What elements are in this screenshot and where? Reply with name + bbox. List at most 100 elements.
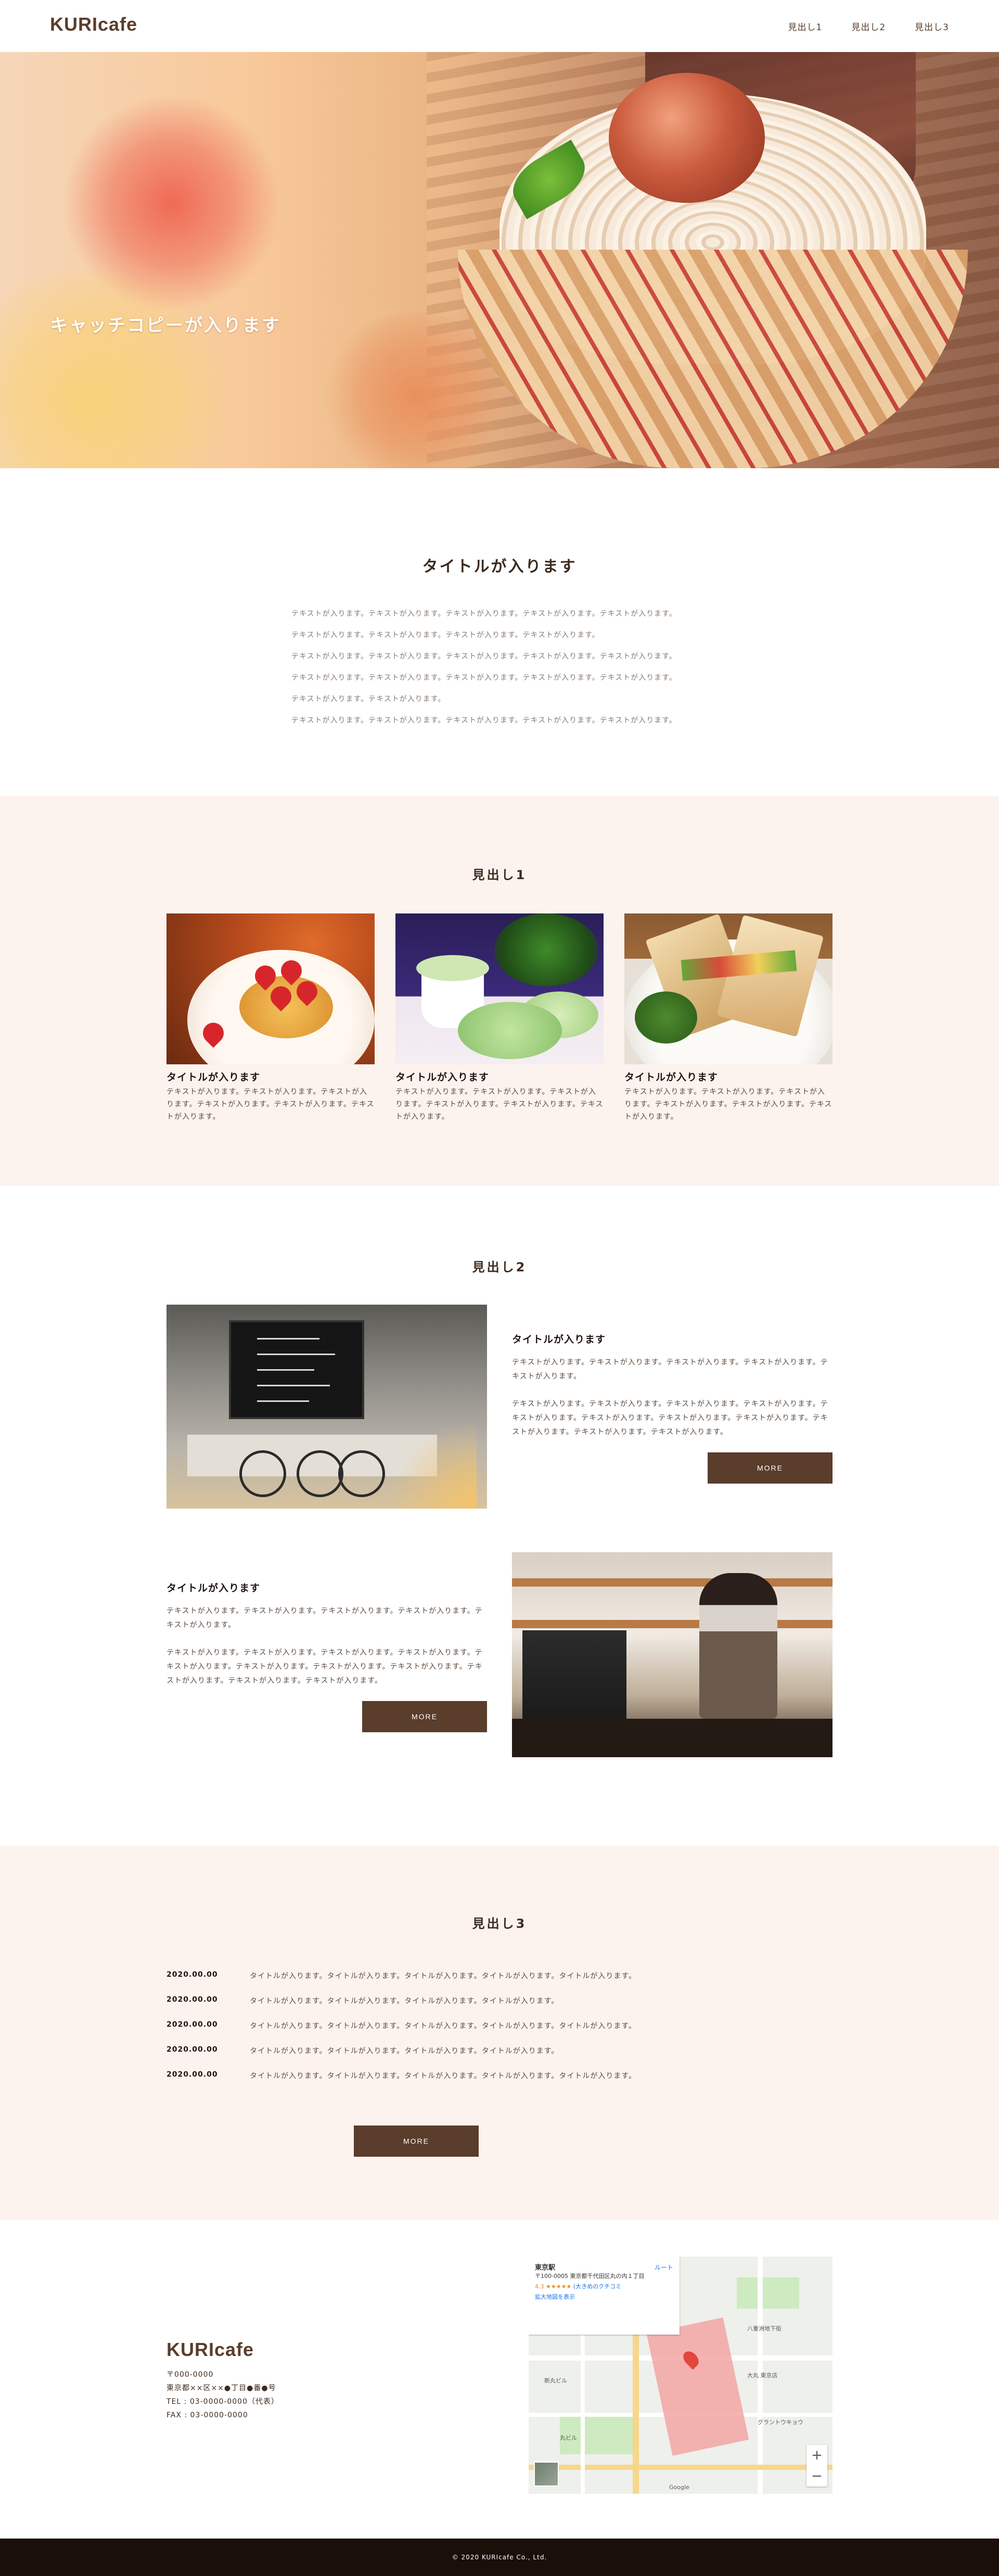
- news-date: 2020.00.00: [166, 2045, 218, 2054]
- bicycle-wheel: [338, 1450, 385, 1497]
- section-3-heading: 見出し3: [472, 1916, 527, 1931]
- news-item[interactable]: 2020.00.00 タイトルが入ります。タイトルが入ります。タイトルが入ります…: [166, 2070, 832, 2081]
- enlarge-map-link[interactable]: 拡大地図を表示: [535, 2292, 673, 2301]
- news-title: タイトルが入ります。タイトルが入ります。タイトルが入ります。タイトルが入ります。: [250, 1997, 559, 2005]
- zoom-in-icon[interactable]: +: [806, 2445, 827, 2466]
- pancake-photo: [166, 913, 375, 1064]
- feature-text: テキストが入ります。テキストが入ります。テキストが入ります。テキストが入ります。…: [166, 1648, 483, 1685]
- plant: [494, 913, 598, 986]
- hero-bokeh-red: [62, 94, 281, 312]
- barista: [699, 1573, 777, 1719]
- google-map[interactable]: 八重洲地下街 大丸 東京店 新丸ビル 丸ビル グラントウキョウ Google 東…: [529, 2257, 832, 2494]
- broccoli: [635, 991, 697, 1044]
- map-label: 八重洲地下街: [747, 2325, 782, 2332]
- zoom-out-icon[interactable]: −: [806, 2466, 827, 2487]
- card-text: テキストが入ります。テキストが入ります。テキストが入ります。テキストが入ります。…: [395, 1088, 604, 1121]
- news-title: タイトルが入ります。タイトルが入ります。タイトルが入ります。タイトルが入ります。: [250, 2047, 559, 2055]
- feature-title: タイトルが入ります: [512, 1334, 606, 1345]
- card-title: タイトルが入ります: [166, 1072, 261, 1083]
- fax: FAX : 03-0000-0000: [166, 2411, 248, 2419]
- news-item[interactable]: 2020.00.00 タイトルが入ります。タイトルが入ります。タイトルが入ります…: [166, 2020, 832, 2031]
- hero-image: キャッチコピーが入ります: [0, 52, 999, 468]
- intro-title: タイトルが入ります: [422, 558, 577, 576]
- news-title: タイトルが入ります。タイトルが入ります。タイトルが入ります。タイトルが入ります。…: [250, 2072, 636, 2080]
- nav-link-1[interactable]: 見出し1: [788, 20, 823, 33]
- intro-line: テキストが入ります。テキストが入ります。: [291, 695, 446, 703]
- intro-line: テキストが入ります。テキストが入ります。テキストが入ります。テキストが入ります。…: [291, 674, 677, 682]
- hero-catch-copy: キャッチコピーが入ります: [50, 315, 281, 336]
- news-date: 2020.00.00: [166, 1970, 218, 1979]
- macaron: [458, 1002, 562, 1059]
- intro-line: テキストが入ります。テキストが入ります。テキストが入ります。テキストが入ります。: [291, 631, 600, 639]
- card-title: タイトルが入ります: [395, 1072, 490, 1083]
- feature-text: テキストが入ります。テキストが入ります。テキストが入ります。テキストが入ります。…: [512, 1400, 828, 1436]
- news-title: タイトルが入ります。タイトルが入ります。タイトルが入ります。タイトルが入ります。…: [250, 1972, 636, 1980]
- map-label: 大丸 東京店: [747, 2372, 778, 2379]
- google-logo: Google: [669, 2484, 689, 2491]
- footer-logo[interactable]: KURIcafe: [166, 2339, 254, 2361]
- section-1-heading: 見出し1: [472, 868, 527, 882]
- card-text: テキストが入ります。テキストが入ります。テキストが入ります。テキストが入ります。…: [624, 1088, 832, 1121]
- copyright-bar: © 2020 KURIcafe Co., Ltd.: [0, 2539, 999, 2576]
- menu-board: [229, 1320, 364, 1419]
- news-item[interactable]: 2020.00.00 タイトルが入ります。タイトルが入ります。タイトルが入ります…: [166, 2045, 832, 2056]
- news-date: 2020.00.00: [166, 2020, 218, 2029]
- menu-card-pancake[interactable]: タイトルが入ります テキストが入ります。テキストが入ります。テキストが入ります。…: [166, 913, 375, 1123]
- intro-text: テキストが入ります。テキストが入ります。テキストが入ります。テキストが入ります。…: [291, 603, 708, 731]
- hero-chestnut: [609, 73, 765, 203]
- news-title: タイトルが入ります。タイトルが入ります。タイトルが入ります。タイトルが入ります。…: [250, 2022, 636, 2030]
- place-rating: 4.3 ★★★★★ (大きめのクチコミ: [535, 2283, 622, 2290]
- more-button[interactable]: MORE: [708, 1452, 832, 1484]
- cafe-interior-photo: [166, 1305, 487, 1509]
- place-address: 〒100-0005 東京都千代田区丸の内１丁目: [535, 2273, 645, 2279]
- news-item[interactable]: 2020.00.00 タイトルが入ります。タイトルが入ります。タイトルが入ります…: [166, 1995, 832, 2006]
- street-address: 東京都××区××●丁目●番●号: [166, 2384, 276, 2392]
- feature-text: テキストが入ります。テキストが入ります。テキストが入ります。テキストが入ります。…: [512, 1358, 828, 1381]
- directions-button[interactable]: ルート: [655, 2263, 673, 2272]
- feature-text: テキストが入ります。テキストが入ります。テキストが入ります。テキストが入ります。…: [166, 1607, 483, 1629]
- satellite-toggle[interactable]: [534, 2462, 559, 2487]
- bicycle-wheel: [239, 1450, 286, 1497]
- intro-line: テキストが入ります。テキストが入ります。テキストが入ります。テキストが入ります。…: [291, 716, 677, 725]
- bar-counter: [512, 1719, 832, 1757]
- card-text: テキストが入ります。テキストが入ります。テキストが入ります。テキストが入ります。…: [166, 1088, 375, 1121]
- map-label: 丸ビル: [560, 2435, 577, 2441]
- main-nav: 見出し1 見出し2 見出し3: [788, 20, 949, 33]
- more-button[interactable]: MORE: [362, 1701, 487, 1732]
- menu-card-sandwich[interactable]: タイトルが入ります テキストが入ります。テキストが入ります。テキストが入ります。…: [624, 913, 832, 1123]
- site-header: KURIcafe 見出し1 見出し2 見出し3: [0, 0, 999, 52]
- shelf: [512, 1578, 832, 1587]
- sandwich-photo: [624, 913, 832, 1064]
- menu-card-matcha[interactable]: タイトルが入ります テキストが入ります。テキストが入ります。テキストが入ります。…: [395, 913, 604, 1123]
- intro-line: テキストが入ります。テキストが入ります。テキストが入ります。テキストが入ります。…: [291, 652, 677, 661]
- zoom-controls[interactable]: + −: [806, 2445, 827, 2487]
- whipped-cream: [416, 955, 489, 981]
- pancake: [239, 976, 333, 1038]
- barista-photo: [512, 1552, 832, 1757]
- map-place-card: 東京駅 〒100-0005 東京都千代田区丸の内１丁目 4.3 ★★★★★ (大…: [529, 2257, 680, 2335]
- news-item[interactable]: 2020.00.00 タイトルが入ります。タイトルが入ります。タイトルが入ります…: [166, 1970, 832, 1981]
- bicycle-wheel: [297, 1450, 343, 1497]
- section-3: 見出し3 2020.00.00 タイトルが入ります。タイトルが入ります。タイトル…: [0, 1846, 999, 2220]
- postal-code: 〒000-0000: [166, 2371, 214, 2379]
- site-logo[interactable]: KURIcafe: [50, 14, 137, 35]
- feature-title: タイトルが入ります: [166, 1582, 261, 1594]
- shelf: [512, 1620, 832, 1628]
- card-title: タイトルが入ります: [624, 1072, 719, 1083]
- footer-address: 〒000-0000 東京都××区××●丁目●番●号 TEL : 03-0000-…: [166, 2368, 279, 2422]
- map-label: 新丸ビル: [544, 2377, 567, 2384]
- section-1: 見出し1 タイトルが入ります テキストが入ります。テキストが入ります。テキストが…: [0, 796, 999, 1186]
- window-light: [383, 1425, 477, 1509]
- news-date: 2020.00.00: [166, 2070, 218, 2079]
- matcha-photo: [395, 913, 604, 1064]
- news-more-button[interactable]: MORE: [354, 2126, 479, 2157]
- map-label: グラントウキョウ: [758, 2419, 803, 2426]
- coffee-machine: [522, 1630, 626, 1724]
- section-2-heading: 見出し2: [472, 1260, 527, 1274]
- hero-bokeh-orange: [323, 312, 510, 468]
- place-name: 東京駅: [535, 2264, 556, 2272]
- nav-link-2[interactable]: 見出し2: [851, 20, 886, 33]
- intro-line: テキストが入ります。テキストが入ります。テキストが入ります。テキストが入ります。…: [291, 610, 677, 618]
- nav-link-3[interactable]: 見出し3: [915, 20, 949, 33]
- copyright-text: © 2020 KURIcafe Co., Ltd.: [452, 2554, 547, 2561]
